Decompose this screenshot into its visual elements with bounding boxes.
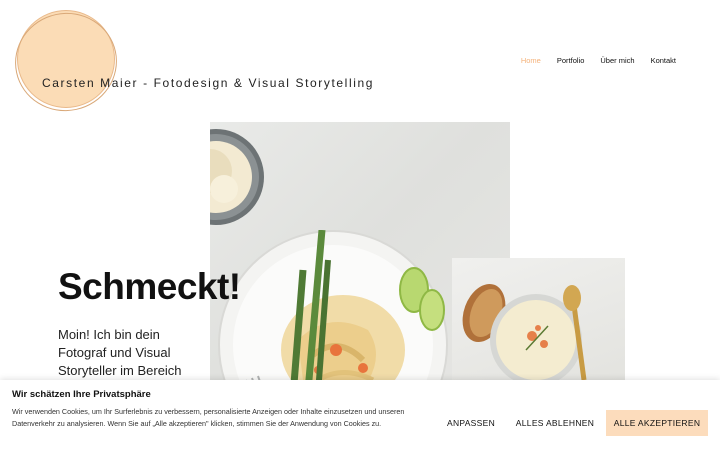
hero-title: Schmeckt! [58, 266, 241, 307]
cookie-reject-all-button[interactable]: ALLES ABLEHNEN [512, 410, 598, 436]
cookie-customize-button[interactable]: ANPASSEN [440, 410, 502, 436]
parmesan-bowl [210, 129, 264, 225]
cookie-title: Wir schätzen Ihre Privatsphäre [12, 389, 151, 400]
nav-item-home[interactable]: Home [521, 56, 541, 65]
soup-illustration [462, 283, 587, 380]
pasta-plate [218, 230, 448, 380]
nav-item-ueber-mich[interactable]: Über mich [600, 56, 634, 65]
cookie-banner: Wir schätzen Ihre Privatsphäre Wir verwe… [0, 380, 720, 450]
site-title[interactable]: Carsten Maier - Fotodesign & Visual Stor… [42, 76, 374, 90]
cookie-accept-all-button[interactable]: ALLE AKZEPTIEREN [606, 410, 708, 436]
logo-circle[interactable] [17, 10, 115, 108]
cookie-text: Wir verwenden Cookies, um Ihr Surferlebn… [12, 407, 405, 428]
nav-item-kontakt[interactable]: Kontakt [651, 56, 676, 65]
main-nav: Home Portfolio Über mich Kontakt [521, 56, 676, 65]
secondary-image-soup [452, 258, 625, 380]
nav-item-portfolio[interactable]: Portfolio [557, 56, 585, 65]
hero-intro-text: Moin! Ich bin dein Fotograf und Visual S… [58, 327, 182, 378]
